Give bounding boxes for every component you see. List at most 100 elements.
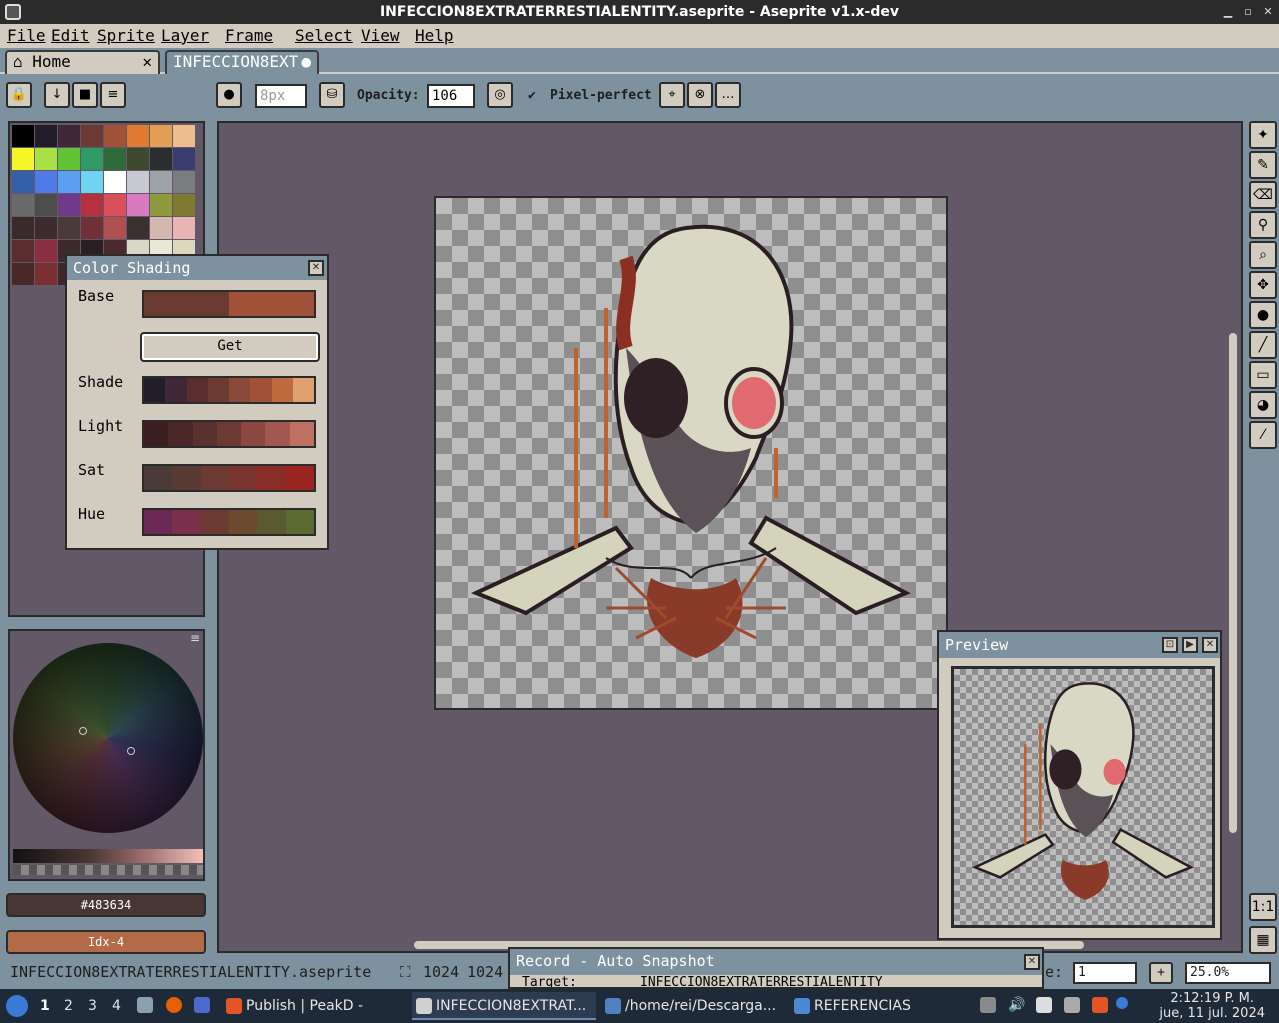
preview-canvas[interactable] — [951, 666, 1215, 928]
brush-size-input[interactable]: 8px — [255, 84, 307, 108]
tab-close-icon[interactable]: ✕ — [142, 52, 152, 72]
eraser-icon[interactable]: ⌫ — [1249, 181, 1277, 209]
menu-edit[interactable]: Edit — [51, 26, 90, 45]
hue-color-cell[interactable] — [228, 510, 258, 534]
brush-type-icon[interactable]: ● — [216, 82, 242, 108]
shade-color-bar[interactable] — [142, 376, 316, 404]
palette-swatch[interactable] — [12, 263, 34, 285]
fill-bucket-icon[interactable]: ● — [1249, 301, 1277, 329]
close-icon[interactable]: ✕ — [1258, 0, 1278, 24]
palette-swatch[interactable] — [35, 125, 57, 147]
minimize-icon[interactable]: ▁ — [1218, 0, 1238, 24]
palette-swatch[interactable] — [12, 194, 34, 216]
palette-swatch[interactable] — [104, 125, 126, 147]
sat-color-cell[interactable] — [228, 466, 258, 490]
sat-color-cell[interactable] — [257, 466, 286, 490]
shade-color-cell[interactable] — [186, 378, 208, 402]
palette-swatch[interactable] — [127, 217, 149, 239]
sat-color-cell[interactable] — [285, 466, 314, 490]
task-brave[interactable]: Publish | PeakD - Brave — [222, 992, 408, 1020]
center-view-icon[interactable]: ⊡ — [1162, 637, 1178, 653]
zoom-icon[interactable]: ⌕ — [1249, 241, 1277, 269]
light-color-cell[interactable] — [265, 422, 290, 446]
wheel-menu-icon[interactable]: ≡ — [190, 631, 200, 645]
alpha-strip[interactable] — [13, 865, 203, 875]
palette-swatch[interactable] — [58, 217, 80, 239]
desktop-icon[interactable] — [194, 997, 210, 1013]
shade-color-cell[interactable] — [292, 378, 314, 402]
task-referencias[interactable]: REFERENCIAS — [790, 992, 960, 1020]
palette-swatch[interactable] — [81, 194, 103, 216]
hue-color-bar[interactable] — [142, 508, 316, 536]
sprite-canvas[interactable] — [434, 196, 948, 710]
stop-icon[interactable]: ■ — [72, 82, 98, 108]
wheel-selector-secondary[interactable] — [127, 747, 135, 755]
background-color-index[interactable]: Idx-4 — [6, 930, 206, 954]
rectangle-icon[interactable]: ▭ — [1249, 361, 1277, 389]
light-color-bar[interactable] — [142, 420, 316, 448]
menu-view[interactable]: View — [361, 26, 400, 45]
menu-layer[interactable]: Layer — [161, 26, 209, 45]
color-wheel[interactable] — [13, 643, 203, 833]
upload-tray-icon[interactable] — [980, 997, 996, 1013]
light-color-cell[interactable] — [192, 422, 217, 446]
palette-swatch[interactable] — [127, 125, 149, 147]
workspace-2[interactable]: 2 — [64, 998, 73, 1014]
light-color-cell[interactable] — [144, 422, 169, 446]
base-color-bar[interactable] — [142, 290, 316, 318]
files-launcher-icon[interactable] — [137, 997, 153, 1013]
eyedropper-icon[interactable]: ⚲ — [1249, 211, 1277, 239]
palette-swatch[interactable] — [150, 125, 172, 147]
frame-input[interactable]: 1 — [1073, 962, 1137, 984]
workspace-4[interactable]: 4 — [112, 998, 121, 1014]
palette-swatch[interactable] — [150, 171, 172, 193]
opacity-input[interactable]: 106 — [427, 84, 475, 108]
play-icon[interactable]: ▶ — [1182, 637, 1198, 653]
clock[interactable]: 2:12:19 P. M. jue, 11 jul. 2024 — [1159, 991, 1265, 1021]
vertical-scrollbar[interactable] — [1229, 333, 1237, 833]
blur-icon[interactable]: ⁄ — [1249, 421, 1277, 449]
workspace-1[interactable]: 1 — [40, 998, 50, 1014]
palette-swatch[interactable] — [35, 171, 57, 193]
brave-tray-icon[interactable] — [1092, 997, 1108, 1013]
palette-swatch[interactable] — [104, 217, 126, 239]
palette-swatch[interactable] — [12, 148, 34, 170]
palette-swatch[interactable] — [12, 171, 34, 193]
palette-swatch[interactable] — [35, 240, 57, 262]
palette-swatch[interactable] — [12, 240, 34, 262]
firefox-icon[interactable] — [166, 997, 182, 1013]
shade-color-cell[interactable] — [207, 378, 229, 402]
palette-swatch[interactable] — [35, 263, 57, 285]
close-icon[interactable]: ✕ — [1024, 954, 1040, 970]
close-icon[interactable]: ✕ — [308, 260, 324, 276]
base-color-cell[interactable] — [229, 292, 314, 316]
palette-swatch[interactable] — [81, 171, 103, 193]
sat-color-cell[interactable] — [200, 466, 229, 490]
shade-color-cell[interactable] — [165, 378, 187, 402]
palette-swatch[interactable] — [173, 194, 195, 216]
symmetry-v-icon[interactable]: ⊗ — [687, 82, 713, 108]
foreground-color-hex[interactable]: #483634 — [6, 893, 206, 917]
palette-swatch[interactable] — [81, 148, 103, 170]
ink-type-icon[interactable]: ⛁ — [319, 82, 345, 108]
palette-swatch[interactable] — [58, 171, 80, 193]
wheel-selector-primary[interactable] — [79, 727, 87, 735]
palette-swatch[interactable] — [58, 148, 80, 170]
palette-swatch[interactable] — [35, 148, 57, 170]
palette-swatch[interactable] — [127, 171, 149, 193]
lock-icon[interactable]: 🔒 — [6, 82, 32, 108]
palette-swatch[interactable] — [104, 194, 126, 216]
palette-swatch[interactable] — [12, 217, 34, 239]
palette-swatch[interactable] — [58, 125, 80, 147]
more-options-icon[interactable]: … — [715, 82, 741, 108]
move-icon[interactable]: ✥ — [1249, 271, 1277, 299]
light-color-cell[interactable] — [216, 422, 242, 446]
hue-color-cell[interactable] — [144, 510, 173, 534]
sat-color-bar[interactable] — [142, 464, 316, 492]
notification-icon[interactable] — [1116, 997, 1128, 1009]
light-color-cell[interactable] — [241, 422, 266, 446]
palette-swatch[interactable] — [104, 148, 126, 170]
clipboard-icon[interactable] — [1036, 997, 1052, 1013]
menu-select[interactable]: Select — [295, 26, 353, 45]
timeline-icon[interactable]: ▦ — [1249, 926, 1277, 954]
